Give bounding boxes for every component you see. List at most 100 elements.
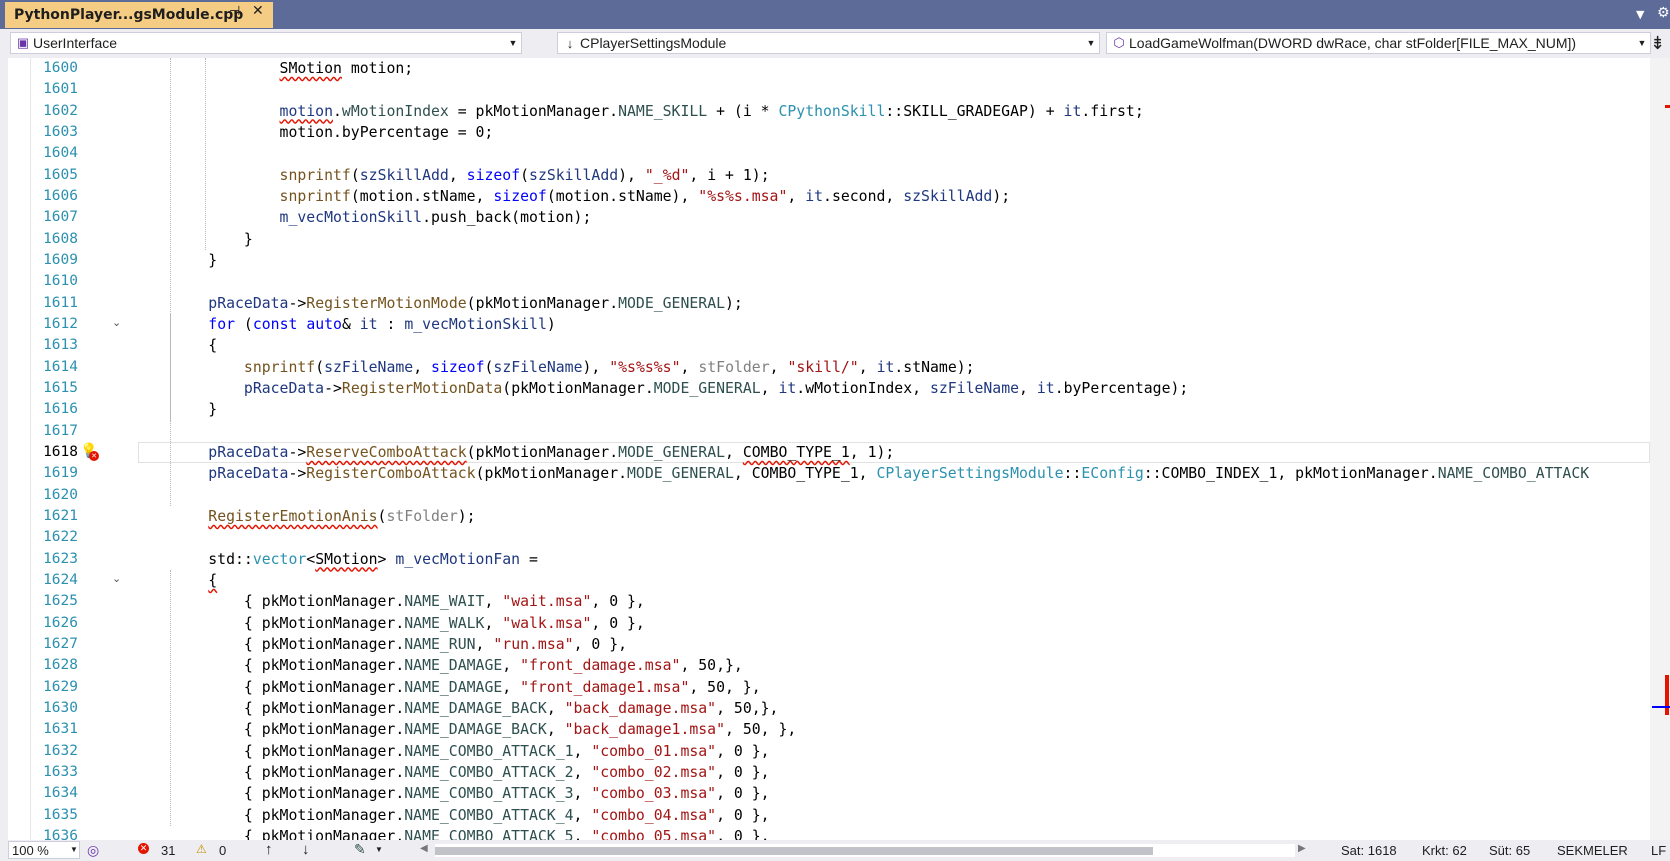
code-health-icon[interactable]: ◎ — [87, 842, 99, 859]
code-line[interactable]: 1605 snprintf(szSkillAdd, sizeof(szSkill… — [0, 165, 1650, 186]
line-number: 1616 — [43, 401, 78, 418]
code-line[interactable]: 1624 ⌄ { — [0, 570, 1650, 591]
code-line[interactable]: 1632 { pkMotionManager.NAME_COMBO_ATTACK… — [0, 741, 1650, 762]
code-editor[interactable]: 1600 SMotion motion; 1601 1602 motion.wMot… — [0, 58, 1670, 840]
code-text[interactable]: { pkMotionManager.NAME_COMBO_ATTACK_4, "… — [137, 805, 770, 826]
code-line[interactable]: 1625 { pkMotionManager.NAME_WAIT, "wait.… — [0, 591, 1650, 612]
chevron-down-icon[interactable]: ▼ — [375, 845, 383, 854]
brush-icon[interactable]: ✎ — [354, 841, 366, 858]
scroll-left-icon[interactable]: ◀ — [420, 843, 428, 854]
status-line-ending[interactable]: LF — [1651, 843, 1666, 858]
code-line[interactable]: 1600 SMotion motion; — [0, 58, 1650, 79]
code-line[interactable]: 1631 { pkMotionManager.NAME_DAMAGE_BACK,… — [0, 719, 1650, 740]
code-line[interactable]: 1601 — [0, 79, 1650, 100]
vertical-scrollbar[interactable] — [1650, 58, 1670, 840]
code-text[interactable]: pRaceData->RegisterMotionData(pkMotionMa… — [137, 378, 1188, 399]
code-line[interactable]: 1612 ⌄ for (const auto& it : m_vecMotionS… — [0, 314, 1650, 335]
code-text[interactable]: RegisterEmotionAnis(stFolder); — [137, 506, 475, 527]
code-line[interactable]: 1629 { pkMotionManager.NAME_DAMAGE, "fro… — [0, 677, 1650, 698]
code-text[interactable]: { pkMotionManager.NAME_WALK, "walk.msa",… — [137, 613, 645, 634]
warning-count[interactable]: 0 — [219, 843, 226, 858]
line-number: 1618 — [43, 443, 78, 460]
code-text[interactable]: } — [137, 399, 217, 420]
code-text[interactable]: { pkMotionManager.NAME_RUN, "run.msa", 0… — [137, 634, 627, 655]
code-line[interactable]: 1623 std::vector<SMotion> m_vecMotionFan… — [0, 549, 1650, 570]
code-line[interactable]: 1607 m_vecMotionSkill.push_back(motion); — [0, 207, 1650, 228]
code-line[interactable]: 1634 { pkMotionManager.NAME_COMBO_ATTACK… — [0, 783, 1650, 804]
code-line[interactable]: 1609 } — [0, 250, 1650, 271]
code-text[interactable]: { pkMotionManager.NAME_DAMAGE, "front_da… — [137, 677, 761, 698]
code-line[interactable]: 💡 ✕ 1618 pRaceData->ReserveComboAttack(pkM… — [0, 441, 1650, 463]
fold-chevron-icon[interactable]: ⌄ — [112, 316, 121, 329]
line-number: 1631 — [43, 721, 78, 738]
code-line[interactable]: 1621 RegisterEmotionAnis(stFolder); — [0, 506, 1650, 527]
fold-chevron-icon[interactable]: ⌄ — [112, 572, 121, 585]
error-count[interactable]: 31 — [161, 843, 175, 858]
code-text[interactable]: { pkMotionManager.NAME_DAMAGE, "front_da… — [137, 655, 743, 676]
code-line[interactable]: 1613 { — [0, 335, 1650, 356]
code-text[interactable]: for (const auto& it : m_vecMotionSkill) — [137, 314, 556, 335]
line-number: 1613 — [43, 337, 78, 354]
project-dropdown[interactable]: ▣ UserInterface ▼ — [10, 32, 522, 54]
code-text[interactable]: { pkMotionManager.NAME_COMBO_ATTACK_1, "… — [137, 741, 770, 762]
code-line[interactable]: 1620 — [0, 485, 1650, 506]
tab-overflow-icon[interactable]: ▼ — [1636, 8, 1644, 21]
code-text[interactable]: std::vector<SMotion> m_vecMotionFan = — [137, 549, 538, 570]
close-icon[interactable]: ✕ — [252, 3, 264, 19]
code-line[interactable]: 1619 pRaceData->RegisterComboAttack(pkMo… — [0, 463, 1650, 484]
code-line[interactable]: 1603 motion.byPercentage = 0; — [0, 122, 1650, 143]
code-text[interactable]: { pkMotionManager.NAME_COMBO_ATTACK_5, "… — [137, 826, 770, 840]
code-text[interactable]: { — [137, 335, 217, 356]
gear-icon[interactable]: ⚙ — [1657, 5, 1670, 21]
code-text[interactable]: } — [137, 229, 253, 250]
code-line[interactable]: 1626 { pkMotionManager.NAME_WALK, "walk.… — [0, 613, 1650, 634]
code-line[interactable]: 1606 snprintf(motion.stName, sizeof(moti… — [0, 186, 1650, 207]
code-line[interactable]: 1616 } — [0, 399, 1650, 420]
line-number: 1606 — [43, 187, 78, 204]
code-line[interactable]: 1611 pRaceData->RegisterMotionMode(pkMot… — [0, 293, 1650, 314]
code-text[interactable]: snprintf(szSkillAdd, sizeof(szSkillAdd),… — [137, 165, 770, 186]
code-line[interactable]: 1635 { pkMotionManager.NAME_COMBO_ATTACK… — [0, 805, 1650, 826]
code-line[interactable]: 1630 { pkMotionManager.NAME_DAMAGE_BACK,… — [0, 698, 1650, 719]
code-line[interactable]: 1610 — [0, 271, 1650, 292]
code-text[interactable]: { pkMotionManager.NAME_DAMAGE_BACK, "bac… — [137, 698, 779, 719]
code-line[interactable]: 1628 { pkMotionManager.NAME_DAMAGE, "fro… — [0, 655, 1650, 676]
code-text[interactable]: { pkMotionManager.NAME_DAMAGE_BACK, "bac… — [137, 719, 796, 740]
scroll-right-icon[interactable]: ▶ — [1298, 843, 1306, 854]
status-column[interactable]: Süt: 65 — [1489, 843, 1530, 858]
code-line[interactable]: 1602 motion.wMotionIndex = pkMotionManag… — [0, 101, 1650, 122]
horizontal-scrollbar-thumb[interactable] — [435, 847, 1153, 855]
code-text[interactable]: snprintf(motion.stName, sizeof(motion.st… — [137, 186, 1011, 207]
code-line[interactable]: 1614 snprintf(szFileName, sizeof(szFileN… — [0, 357, 1650, 378]
arrow-up-icon[interactable]: ↑ — [265, 841, 273, 858]
status-line[interactable]: Sat: 1618 — [1341, 843, 1397, 858]
code-line[interactable]: 1608 } — [0, 229, 1650, 250]
member-dropdown[interactable]: ⬡ LoadGameWolfman(DWORD dwRace, char stF… — [1106, 32, 1651, 54]
code-text[interactable]: pRaceData->ReserveComboAttack(pkMotionMa… — [137, 442, 894, 463]
code-line[interactable]: 1636 { pkMotionManager.NAME_COMBO_ATTACK… — [0, 826, 1650, 840]
code-text[interactable]: SMotion motion; — [137, 58, 414, 79]
code-line[interactable]: 1622 — [0, 527, 1650, 548]
status-char[interactable]: Krkt: 62 — [1422, 843, 1467, 858]
code-text[interactable]: { pkMotionManager.NAME_COMBO_ATTACK_2, "… — [137, 762, 770, 783]
code-line[interactable]: 1627 { pkMotionManager.NAME_RUN, "run.ms… — [0, 634, 1650, 655]
pin-icon[interactable]: ⊣ — [229, 4, 240, 19]
status-indentation[interactable]: SEKMELER — [1557, 843, 1628, 858]
code-line[interactable]: 1604 — [0, 143, 1650, 164]
code-text[interactable]: { pkMotionManager.NAME_COMBO_ATTACK_3, "… — [137, 783, 770, 804]
project-icon: ▣ — [16, 35, 30, 50]
code-text[interactable]: { pkMotionManager.NAME_WAIT, "wait.msa",… — [137, 591, 645, 612]
code-line[interactable]: 1617 — [0, 421, 1650, 442]
split-editor-icon[interactable]: ⇟ — [1650, 33, 1665, 54]
code-line[interactable]: 1633 { pkMotionManager.NAME_COMBO_ATTACK… — [0, 762, 1650, 783]
scope-dropdown[interactable]: ↓ CPlayerSettingsModule ▼ — [557, 32, 1100, 54]
code-text[interactable]: } — [137, 250, 217, 271]
code-line[interactable]: 1615 pRaceData->RegisterMotionData(pkMot… — [0, 378, 1650, 399]
arrow-down-icon[interactable]: ↓ — [302, 841, 310, 858]
code-text[interactable]: pRaceData->RegisterMotionMode(pkMotionMa… — [137, 293, 743, 314]
code-text[interactable]: motion.wMotionIndex = pkMotionManager.NA… — [137, 101, 1144, 122]
code-text[interactable]: snprintf(szFileName, sizeof(szFileName),… — [137, 357, 975, 378]
code-text[interactable]: motion.byPercentage = 0; — [137, 122, 494, 143]
code-text[interactable]: { — [137, 570, 217, 591]
code-text[interactable]: pRaceData->RegisterComboAttack(pkMotionM… — [137, 463, 1589, 484]
